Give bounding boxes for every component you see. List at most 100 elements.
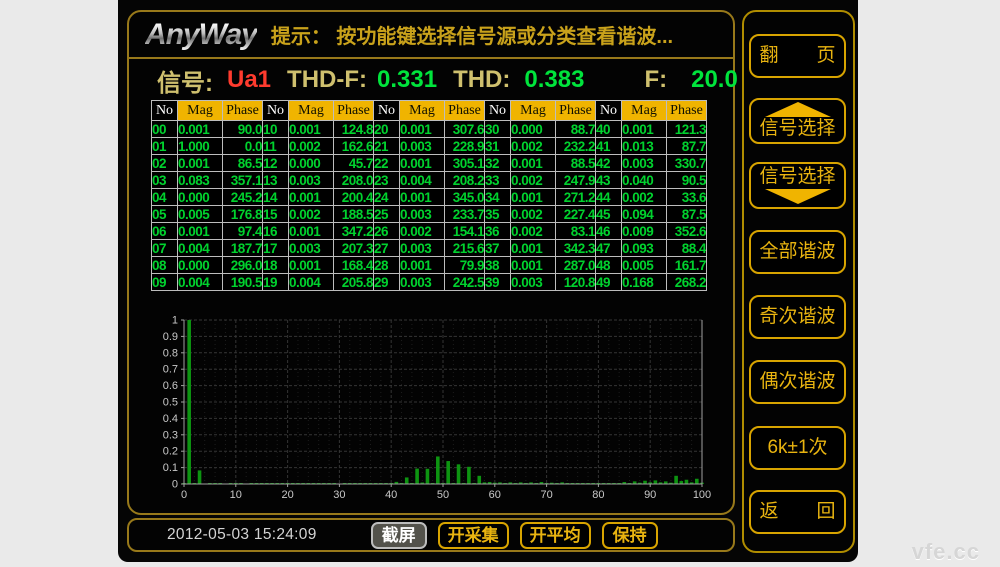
svg-text:0.9: 0.9	[163, 331, 178, 343]
table-cell: 307.6	[445, 121, 485, 138]
table-cell: 47	[596, 240, 622, 257]
all-harmonics-button[interactable]: 全部谐波	[749, 230, 846, 274]
table-cell: 17	[263, 240, 289, 257]
table-cell: 0.040	[622, 172, 667, 189]
watermark: vfe.cc	[912, 539, 980, 565]
table-cell: 27	[374, 240, 400, 257]
table-header-cell: Mag	[622, 101, 667, 121]
table-cell: 247.9	[556, 172, 596, 189]
harmonic-bar	[695, 479, 699, 484]
table-header-cell: Phase	[445, 101, 485, 121]
table-cell: 12	[263, 155, 289, 172]
svg-text:0: 0	[181, 489, 187, 501]
table-row: 000.00190.0100.001124.8200.001307.6300.0…	[152, 121, 707, 138]
six-k-plus-minus-one-button[interactable]: 6k±1次	[749, 426, 846, 470]
signal-select-down-button[interactable]: 信号选择	[749, 162, 846, 209]
table-cell: 0.002	[289, 138, 334, 155]
harmonics-table-wrap: NoMagPhaseNoMagPhaseNoMagPhaseNoMagPhase…	[151, 100, 707, 291]
table-cell: 0.001	[178, 223, 223, 240]
table-cell: 245.2	[223, 189, 263, 206]
table-body: 000.00190.0100.001124.8200.001307.6300.0…	[152, 121, 707, 291]
svg-text:0.8: 0.8	[163, 347, 178, 359]
signal-select-up-button[interactable]: 信号选择	[749, 98, 846, 144]
table-cell: 0.001	[400, 155, 445, 172]
table-cell: 40	[596, 121, 622, 138]
svg-text:30: 30	[333, 489, 345, 501]
screenshot-button[interactable]: 截屏	[371, 522, 427, 549]
table-cell: 86.5	[223, 155, 263, 172]
table-cell: 228.9	[445, 138, 485, 155]
table-cell: 0.002	[622, 189, 667, 206]
table-cell: 168.4	[334, 257, 374, 274]
table-cell: 83.1	[556, 223, 596, 240]
table-cell: 22	[374, 155, 400, 172]
table-cell: 0.001	[400, 121, 445, 138]
table-cell: 208.0	[334, 172, 374, 189]
table-cell: 345.0	[445, 189, 485, 206]
svg-text:0: 0	[172, 479, 178, 491]
start-acquisition-button[interactable]: 开采集	[438, 522, 509, 549]
svg-text:0.7: 0.7	[163, 364, 178, 376]
svg-text:70: 70	[540, 489, 552, 501]
table-cell: 0.004	[289, 274, 334, 291]
start-averaging-button[interactable]: 开平均	[520, 522, 591, 549]
return-button[interactable]: 返 回	[749, 490, 846, 534]
table-cell: 0.000	[178, 189, 223, 206]
harmonic-bar	[405, 477, 409, 484]
all-harmonics-label: 全部谐波	[759, 242, 835, 263]
table-cell: 120.8	[556, 274, 596, 291]
table-cell: 34	[485, 189, 511, 206]
table-cell: 0.003	[400, 138, 445, 155]
thd-value: 0.383	[524, 66, 584, 94]
table-cell: 45.7	[334, 155, 374, 172]
table-cell: 30	[485, 121, 511, 138]
signal-select-up-label: 信号选择	[759, 119, 835, 140]
svg-text:0.1: 0.1	[163, 462, 178, 474]
table-header-cell: No	[485, 101, 511, 121]
table-cell: 0.003	[289, 240, 334, 257]
six-k-plus-minus-one-label: 6k±1次	[767, 438, 827, 459]
table-cell: 0.001	[622, 121, 667, 138]
table-cell: 37	[485, 240, 511, 257]
table-cell: 0.001	[178, 121, 223, 138]
table-cell: 0.003	[511, 274, 556, 291]
table-header-cell: Phase	[667, 101, 707, 121]
table-row: 070.004187.7170.003207.3270.003215.6370.…	[152, 240, 707, 257]
table-cell: 0.001	[511, 240, 556, 257]
table-cell: 49	[596, 274, 622, 291]
harmonic-bar	[436, 456, 440, 484]
table-cell: 0.001	[511, 257, 556, 274]
table-cell: 88.7	[556, 121, 596, 138]
harmonic-bar	[467, 467, 471, 484]
table-cell: 271.2	[556, 189, 596, 206]
timestamp: 2012-05-03 15:24:09	[167, 526, 317, 544]
table-cell: 0.001	[289, 257, 334, 274]
table-cell: 124.8	[334, 121, 374, 138]
svg-text:0.2: 0.2	[163, 446, 178, 458]
table-header-cell: No	[152, 101, 178, 121]
table-cell: 09	[152, 274, 178, 291]
table-cell: 18	[263, 257, 289, 274]
table-cell: 07	[152, 240, 178, 257]
table-cell: 0.003	[400, 274, 445, 291]
table-cell: 24	[374, 189, 400, 206]
hold-button[interactable]: 保持	[602, 522, 658, 549]
page-turn-button[interactable]: 翻 页	[749, 34, 846, 78]
harmonic-bar	[457, 464, 461, 484]
table-row: 011.0000.0110.002162.6210.003228.9310.00…	[152, 138, 707, 155]
harmonic-bar	[674, 476, 678, 484]
table-cell: 23	[374, 172, 400, 189]
table-cell: 305.1	[445, 155, 485, 172]
table-header-cell: Phase	[556, 101, 596, 121]
table-cell: 39	[485, 274, 511, 291]
table-cell: 46	[596, 223, 622, 240]
odd-harmonics-button[interactable]: 奇次谐波	[749, 295, 846, 339]
even-harmonics-label: 偶次谐波	[759, 372, 835, 393]
table-row: 080.000296.0180.001168.4280.00179.9380.0…	[152, 257, 707, 274]
svg-text:1: 1	[172, 315, 178, 327]
svg-text:40: 40	[385, 489, 397, 501]
even-harmonics-button[interactable]: 偶次谐波	[749, 360, 846, 404]
table-cell: 03	[152, 172, 178, 189]
table-cell: 79.9	[445, 257, 485, 274]
svg-text:60: 60	[489, 489, 501, 501]
